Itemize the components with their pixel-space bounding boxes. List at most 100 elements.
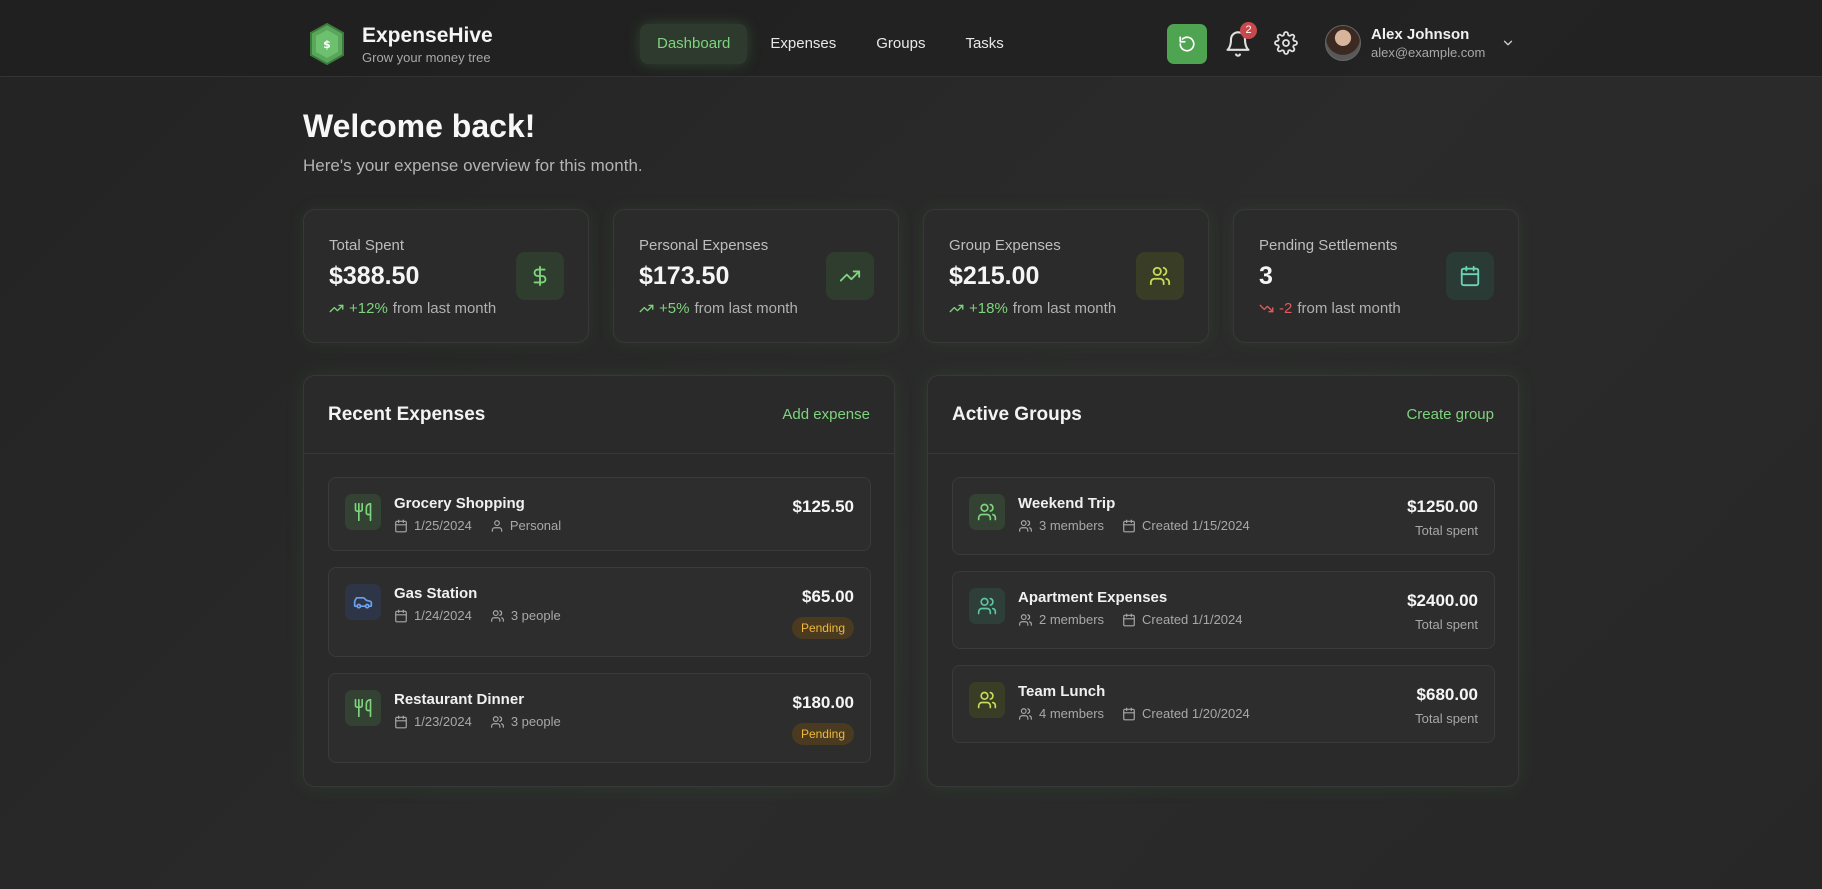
brand-name: ExpenseHive	[362, 24, 493, 47]
users-icon	[1019, 519, 1032, 532]
group-total-label: Total spent	[1415, 711, 1478, 726]
group-total: $1250.00	[1407, 497, 1478, 516]
panel-title: Recent Expenses	[328, 404, 486, 425]
stat-label: Personal Expenses	[639, 237, 769, 254]
status-badge: Pending	[791, 723, 854, 745]
stat-value: $388.50	[329, 262, 420, 290]
stat-change: -2 from last month	[1259, 300, 1401, 317]
expense-meta: 1/25/2024 Personal	[394, 518, 579, 533]
row-icon-box	[969, 494, 1005, 530]
calendar-icon	[395, 609, 407, 622]
trending-up-icon	[639, 304, 654, 313]
stat-change: +18% from last month	[949, 300, 1116, 317]
group-row[interactable]: Weekend Trip 3 members Created 1/15/2024…	[952, 477, 1495, 555]
group-title: Weekend Trip	[1018, 495, 1116, 512]
group-meta: 3 members Created 1/15/2024	[1018, 518, 1268, 533]
group-total-label: Total spent	[1415, 523, 1478, 538]
users-icon	[1019, 613, 1032, 626]
stat-icon-box	[1446, 252, 1494, 300]
page-subtitle: Here's your expense overview for this mo…	[303, 156, 643, 175]
users-icon	[977, 691, 997, 709]
group-meta: 2 members Created 1/1/2024	[1018, 612, 1261, 627]
dollar-icon	[533, 265, 547, 287]
refresh-button[interactable]	[1167, 24, 1207, 64]
avatar	[1325, 25, 1361, 61]
stat-change: +12% from last month	[329, 300, 496, 317]
car-icon	[353, 597, 373, 609]
nav-tasks[interactable]: Tasks	[948, 24, 1020, 64]
utensils-icon	[354, 698, 372, 718]
users-icon	[977, 503, 997, 521]
row-icon-box	[345, 584, 381, 620]
add-expense-link[interactable]: Add expense	[782, 406, 870, 423]
group-title: Apartment Expenses	[1018, 589, 1168, 606]
stat-label: Total Spent	[329, 237, 405, 254]
trending-up-icon	[329, 304, 344, 313]
top-header: $ ExpenseHive Grow your money tree Dashb…	[0, 0, 1822, 77]
group-meta: 4 members Created 1/20/2024	[1018, 706, 1268, 721]
expense-meta: 1/24/2024 3 people	[394, 608, 579, 623]
expense-row[interactable]: Restaurant Dinner 1/23/2024 3 people $18…	[328, 673, 871, 763]
stat-card-pending-settlements: Pending Settlements 3 -2 from last month	[1233, 209, 1519, 343]
calendar-icon	[395, 519, 407, 532]
stat-label: Pending Settlements	[1259, 237, 1398, 254]
calendar-icon	[1123, 707, 1135, 720]
chevron-down-icon	[1504, 40, 1513, 46]
nav-groups[interactable]: Groups	[859, 24, 942, 64]
stat-value: $215.00	[949, 262, 1040, 290]
user-email: alex@example.com	[1371, 45, 1486, 60]
brand-tagline: Grow your money tree	[362, 50, 491, 65]
expense-amount: $65.00	[802, 587, 854, 606]
stat-icon-box	[1136, 252, 1184, 300]
stat-icon-box	[516, 252, 564, 300]
users-icon	[1019, 707, 1032, 720]
calendar-icon	[395, 715, 407, 728]
stat-card-personal-expenses: Personal Expenses $173.50 +5% from last …	[613, 209, 899, 343]
calendar-icon	[1123, 519, 1135, 532]
page-title: Welcome back!	[303, 108, 536, 144]
stat-value: $173.50	[639, 262, 730, 290]
status-badge: Pending	[791, 617, 854, 639]
notification-count-badge: 2	[1240, 22, 1257, 39]
row-icon-box	[969, 682, 1005, 718]
user-icon	[491, 519, 503, 532]
stat-icon-box	[826, 252, 874, 300]
calendar-icon	[1123, 613, 1135, 626]
trending-up-icon	[949, 304, 964, 313]
group-total-label: Total spent	[1415, 617, 1478, 632]
brand[interactable]: $ ExpenseHive Grow your money tree	[308, 22, 493, 66]
stat-change: +5% from last month	[639, 300, 798, 317]
refresh-icon	[1179, 36, 1195, 52]
user-menu[interactable]: Alex Johnson alex@example.com	[1325, 25, 1515, 61]
hexagon-dollar-logo-icon: $	[310, 22, 344, 66]
trending-down-icon	[1259, 304, 1274, 313]
expense-row[interactable]: Grocery Shopping 1/25/2024 Personal $125…	[328, 477, 871, 551]
row-icon-box	[345, 690, 381, 726]
stat-value: 3	[1259, 262, 1273, 290]
expense-title: Restaurant Dinner	[394, 691, 525, 708]
group-row[interactable]: Apartment Expenses 2 members Created 1/1…	[952, 571, 1495, 649]
stat-label: Group Expenses	[949, 237, 1061, 254]
nav-expenses[interactable]: Expenses	[753, 24, 853, 64]
utensils-icon	[354, 502, 372, 522]
trending-up-icon	[839, 270, 861, 282]
expense-amount: $125.50	[792, 497, 854, 516]
create-group-link[interactable]: Create group	[1406, 406, 1494, 423]
group-title: Team Lunch	[1018, 683, 1106, 700]
svg-text:$: $	[323, 38, 331, 51]
gear-icon[interactable]	[1274, 31, 1298, 55]
group-total: $2400.00	[1407, 591, 1478, 610]
users-icon	[1149, 266, 1171, 286]
expense-row[interactable]: Gas Station 1/24/2024 3 people $65.00 Pe…	[328, 567, 871, 657]
calendar-icon	[1460, 265, 1480, 287]
expense-title: Gas Station	[394, 585, 478, 602]
nav-dashboard[interactable]: Dashboard	[640, 24, 748, 64]
panel-title: Active Groups	[952, 404, 1082, 425]
users-icon	[490, 715, 504, 728]
expense-amount: $180.00	[792, 693, 854, 712]
group-row[interactable]: Team Lunch 4 members Created 1/20/2024 $…	[952, 665, 1495, 743]
expense-meta: 1/23/2024 3 people	[394, 714, 579, 729]
row-icon-box	[345, 494, 381, 530]
group-total: $680.00	[1416, 685, 1478, 704]
recent-expenses-panel: Recent Expenses Add expense Grocery Shop…	[303, 375, 895, 787]
